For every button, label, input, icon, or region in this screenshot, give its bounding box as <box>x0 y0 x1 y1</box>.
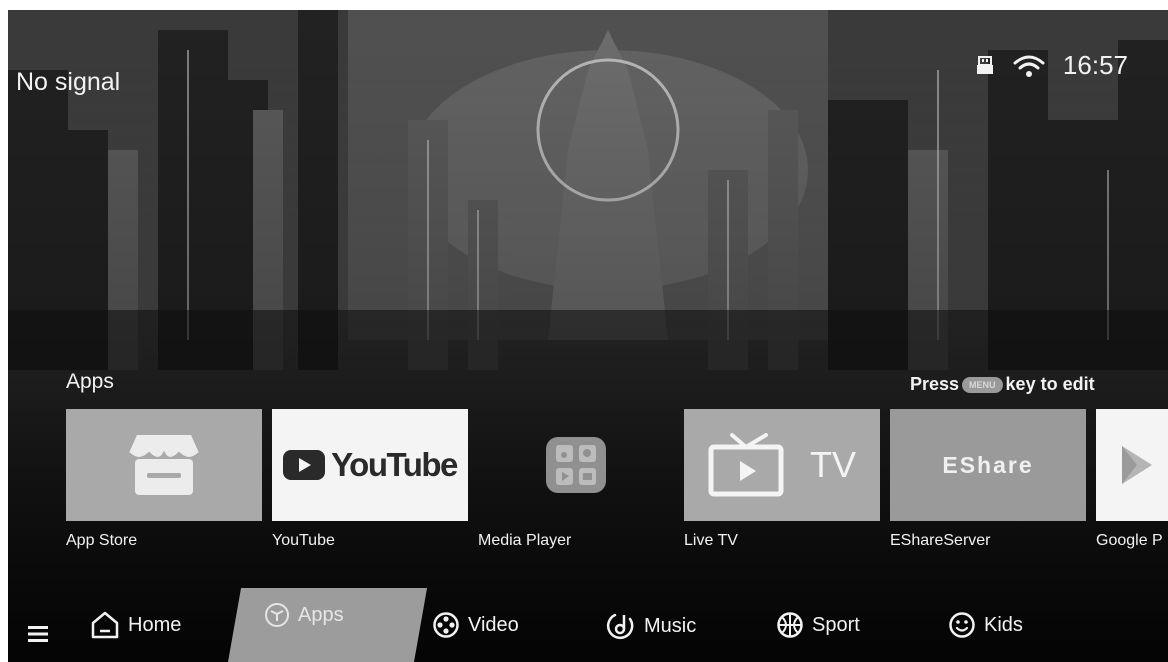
smiley-icon <box>949 612 975 638</box>
nav-item-label: Kids <box>984 613 1023 636</box>
bottom-nav: Home Apps Video Music Sport Kids <box>8 588 1168 662</box>
tv-launcher-screen: No signal 16:57 Apps Press MENU key to e… <box>0 0 1168 662</box>
app-label: App Store <box>66 532 138 549</box>
edit-hint-prefix: Press <box>910 374 960 394</box>
nav-item-label: Music <box>644 614 697 637</box>
clock: 16:57 <box>1062 50 1128 80</box>
launcher-stage: No signal 16:57 Apps Press MENU key to e… <box>8 10 1168 662</box>
edit-hint: Press MENU key to edit <box>910 374 1095 395</box>
app-label: YouTube <box>272 532 335 549</box>
apps-section-title: Apps <box>66 370 114 393</box>
nav-item-label: Apps <box>298 603 344 626</box>
app-tile-app-store[interactable] <box>66 409 262 521</box>
nav-item-label: Video <box>468 613 519 636</box>
home-icon <box>91 611 119 639</box>
media-player-icon <box>546 437 606 493</box>
ball-icon <box>777 612 803 638</box>
menu-key-badge: MENU <box>962 376 1003 393</box>
nav-item-kids[interactable]: Kids <box>948 611 1023 639</box>
nav-item-label: Sport <box>812 613 860 636</box>
hamburger-menu-icon[interactable] <box>28 626 48 642</box>
app-tile-google-play[interactable] <box>1096 409 1168 521</box>
tv-wordmark: TV <box>809 444 856 485</box>
app-label: Live TV <box>684 532 738 549</box>
play-triangle-icon <box>1122 446 1152 484</box>
app-label: EShareServer <box>890 532 991 549</box>
nav-item-music[interactable]: Music <box>606 611 696 641</box>
eshare-logo-icon: EShare <box>942 451 1034 478</box>
signal-status: No signal <box>16 68 121 96</box>
youtube-wordmark: YouTube <box>331 446 458 483</box>
app-tile-live-tv[interactable]: TV <box>684 409 880 521</box>
app-tile-eshareserver[interactable]: EShare <box>890 409 1086 521</box>
tv-icon <box>708 433 784 497</box>
video-reel-icon <box>433 612 459 638</box>
app-label: Media Player <box>478 532 572 549</box>
nav-item-label: Home <box>128 613 182 636</box>
store-icon <box>128 435 200 495</box>
apps-cube-icon <box>265 603 289 627</box>
nav-item-apps[interactable]: Apps <box>264 602 344 628</box>
youtube-logo-icon: YouTube <box>283 446 458 484</box>
wifi-icon <box>1013 55 1045 77</box>
nav-item-home[interactable]: Home <box>90 611 181 639</box>
app-label: Google P <box>1096 532 1163 549</box>
edit-hint-suffix: key to edit <box>1005 374 1095 394</box>
nav-item-video[interactable]: Video <box>432 611 519 639</box>
city-background-image <box>8 10 1168 662</box>
status-bar: 16:57 <box>975 50 1128 81</box>
youtube-play-icon <box>283 450 326 480</box>
app-tile-media-player[interactable] <box>478 409 674 521</box>
usb-icon <box>976 55 993 74</box>
music-note-icon <box>606 613 634 640</box>
app-tile-youtube[interactable]: YouTube <box>272 409 468 521</box>
nav-item-sport[interactable]: Sport <box>776 611 860 639</box>
